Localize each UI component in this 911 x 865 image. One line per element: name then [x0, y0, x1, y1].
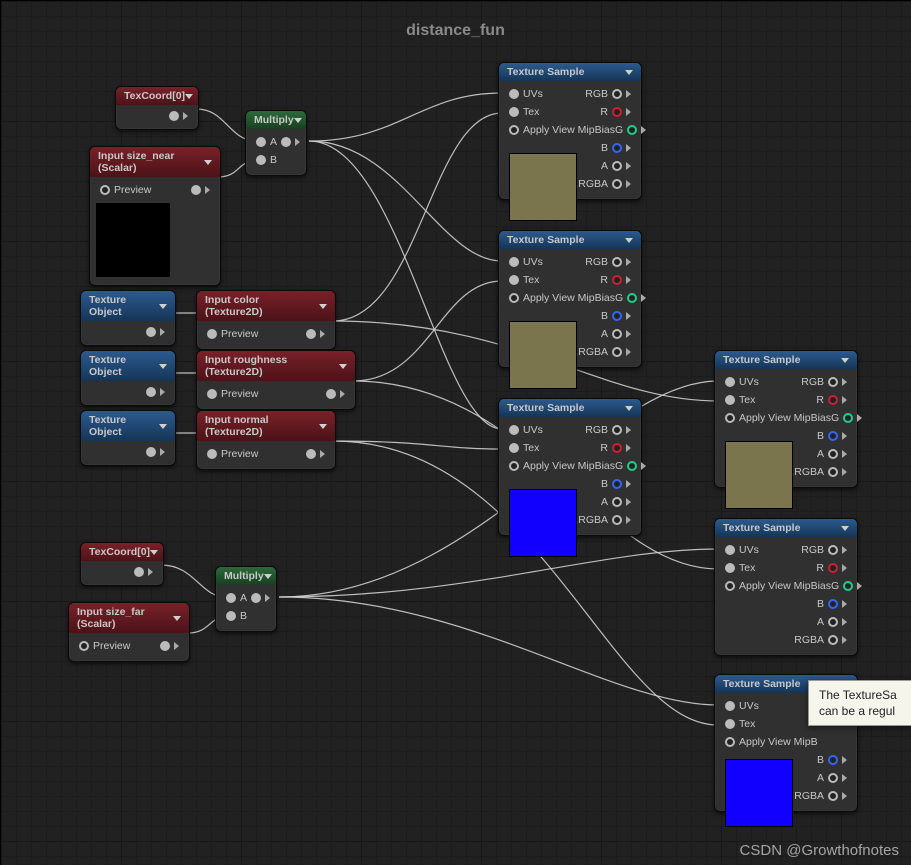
input-pin-b[interactable] — [226, 611, 236, 621]
chevron-down-icon — [319, 424, 327, 429]
preview-thumb — [96, 203, 170, 277]
input-pin-a[interactable] — [256, 137, 266, 147]
output-pin[interactable] — [281, 137, 291, 147]
output-pin[interactable] — [146, 327, 156, 337]
output-pin[interactable] — [191, 185, 201, 195]
node-title: Multiply — [224, 570, 264, 582]
node-input-color[interactable]: Input color (Texture2D) Preview — [196, 290, 336, 350]
chevron-down-icon — [150, 550, 158, 555]
node-texture-sample-5[interactable]: Texture Sample UVsRGB TexR Apply View Mi… — [714, 518, 858, 656]
preview-thumb — [509, 489, 577, 557]
output-pin[interactable] — [146, 387, 156, 397]
chevron-down-icon — [159, 424, 167, 429]
chevron-down-icon — [159, 364, 167, 369]
output-pin[interactable] — [326, 389, 336, 399]
watermark: CSDN @Growthofnotes — [740, 842, 899, 859]
preview-label: Preview — [114, 183, 151, 197]
output-pin[interactable] — [160, 641, 170, 651]
node-title: Multiply — [254, 114, 294, 126]
chevron-down-icon — [264, 574, 272, 579]
chevron-down-icon — [319, 304, 327, 309]
input-pin-b[interactable] — [256, 155, 266, 165]
chevron-down-icon — [294, 118, 302, 123]
node-title: Texture Object — [89, 414, 159, 438]
input-pin-a[interactable] — [226, 593, 236, 603]
node-title: Input normal (Texture2D) — [205, 414, 319, 438]
node-input-size-near[interactable]: Input size_near (Scalar) Preview — [89, 146, 221, 286]
node-texture-sample-1[interactable]: Texture Sample UVsRGB TexR Apply View Mi… — [498, 62, 642, 200]
input-pin[interactable] — [207, 329, 217, 339]
node-title: TexCoord[0] — [124, 90, 185, 102]
chevron-down-icon — [841, 358, 849, 363]
output-pin[interactable] — [169, 111, 179, 121]
tooltip: The TextureSa can be a regul — [808, 680, 911, 726]
chevron-down-icon — [185, 94, 193, 99]
output-pin[interactable] — [134, 567, 144, 577]
node-input-size-far[interactable]: Input size_far (Scalar) Preview — [68, 602, 190, 662]
node-title: TexCoord[0] — [89, 546, 150, 558]
node-title: Input size_near (Scalar) — [98, 150, 204, 174]
input-pin[interactable] — [207, 449, 217, 459]
node-texture-sample-3[interactable]: Texture Sample UVsRGB TexR Apply View Mi… — [498, 398, 642, 536]
chevron-down-icon — [625, 406, 633, 411]
chevron-down-icon — [625, 238, 633, 243]
chevron-down-icon — [339, 364, 347, 369]
output-pin[interactable] — [146, 447, 156, 457]
node-title: Input roughness (Texture2D) — [205, 354, 339, 378]
output-pin[interactable] — [306, 449, 316, 459]
node-title: Input color (Texture2D) — [205, 294, 319, 318]
node-texcoord-1[interactable]: TexCoord[0] — [115, 86, 199, 130]
input-pin[interactable] — [100, 185, 110, 195]
chevron-down-icon — [159, 304, 167, 309]
preview-thumb — [509, 153, 577, 221]
chevron-down-icon — [173, 616, 181, 621]
graph-title: distance_fun — [0, 22, 911, 40]
node-texture-sample-4[interactable]: Texture Sample UVsRGB TexR Apply View Mi… — [714, 350, 858, 488]
chevron-down-icon — [204, 160, 212, 165]
node-texture-object-3[interactable]: Texture Object — [80, 410, 176, 466]
output-pin[interactable] — [251, 593, 261, 603]
node-input-roughness[interactable]: Input roughness (Texture2D) Preview — [196, 350, 356, 410]
chevron-down-icon — [841, 526, 849, 531]
node-texcoord-2[interactable]: TexCoord[0] — [80, 542, 164, 586]
input-pin[interactable] — [207, 389, 217, 399]
input-pin[interactable] — [79, 641, 89, 651]
node-multiply-1[interactable]: Multiply A B — [245, 110, 307, 176]
preview-thumb — [725, 441, 793, 509]
chevron-down-icon — [625, 70, 633, 75]
node-title: Input size_far (Scalar) — [77, 606, 173, 630]
preview-thumb — [725, 759, 793, 827]
preview-thumb — [509, 321, 577, 389]
node-title: Texture Object — [89, 294, 159, 318]
node-multiply-2[interactable]: Multiply A B — [215, 566, 277, 632]
node-texture-object-1[interactable]: Texture Object — [80, 290, 176, 346]
node-texture-object-2[interactable]: Texture Object — [80, 350, 176, 406]
node-input-normal[interactable]: Input normal (Texture2D) Preview — [196, 410, 336, 470]
node-title: Texture Object — [89, 354, 159, 378]
output-pin[interactable] — [306, 329, 316, 339]
node-texture-sample-2[interactable]: Texture Sample UVsRGB TexR Apply View Mi… — [498, 230, 642, 368]
